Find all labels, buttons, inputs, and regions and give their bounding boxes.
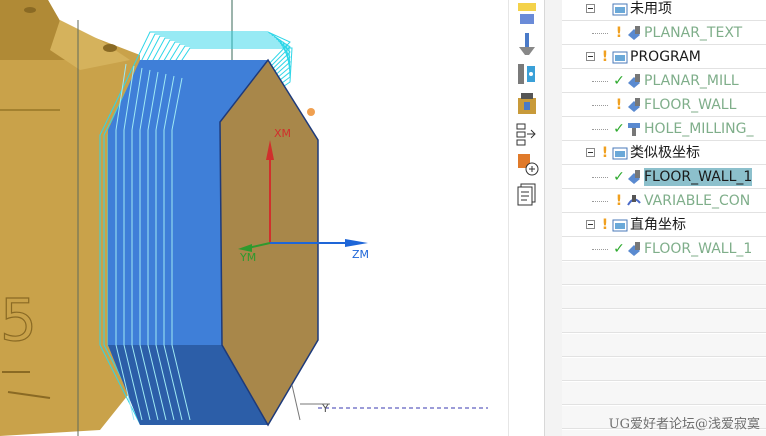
tree-node[interactable]: ! 直角坐标 — [598, 216, 686, 234]
empty-row — [562, 286, 766, 309]
operation-icon — [626, 241, 642, 257]
collapse-toggle[interactable] — [586, 220, 595, 229]
tree-row[interactable]: ✓ PLANAR_MILL — [562, 70, 766, 93]
collapse-toggle[interactable] — [586, 148, 595, 157]
tree-node-label: PLANAR_TEXT — [644, 25, 743, 41]
tree-node[interactable]: ✓ HOLE_MILLING_ — [612, 120, 753, 138]
machine-tool-icon[interactable] — [515, 62, 539, 86]
tree-node[interactable]: ! VARIABLE_CON — [612, 192, 750, 210]
empty-row — [562, 262, 766, 285]
tree-node-label: FLOOR_WALL — [644, 97, 737, 113]
empty-row — [562, 310, 766, 333]
warning-icon: ! — [601, 217, 609, 233]
variable-contour-icon — [626, 193, 642, 209]
folder-icon — [612, 1, 628, 17]
folder-icon — [612, 217, 628, 233]
warning-icon: ! — [601, 49, 609, 65]
tree-node[interactable]: ! PLANAR_TEXT — [612, 24, 742, 42]
x-axis-label: XM — [274, 127, 291, 140]
tree-node[interactable]: ✓ FLOOR_WALL_1 — [612, 168, 753, 186]
folder-icon — [612, 145, 628, 161]
watermark: UG爱好者论坛@浅爱寂寞 — [608, 417, 760, 432]
operation-icon — [626, 169, 642, 185]
tree-row[interactable]: ! 直角坐标 — [562, 214, 766, 237]
wcs-triad: Y — [291, 384, 488, 421]
ok-check-icon: ✓ — [613, 73, 625, 89]
warning-icon: ! — [601, 145, 609, 161]
tree-row[interactable]: ! FLOOR_WALL — [562, 94, 766, 117]
ok-check-icon: ✓ — [613, 241, 625, 257]
tree-row[interactable]: ✓ FLOOR_WALL_1 — [562, 166, 766, 189]
tree-node-label: 未用项 — [630, 1, 672, 17]
resource-bar — [508, 0, 545, 436]
orientation-handle[interactable] — [307, 108, 315, 116]
tree-row[interactable]: ✓ FLOOR_WALL_1 — [562, 238, 766, 261]
tree-node[interactable]: ! FLOOR_WALL — [612, 96, 737, 114]
tree-node[interactable]: 未用项 — [598, 0, 672, 18]
warning-icon: ! — [615, 97, 623, 113]
operation-icon — [626, 97, 642, 113]
graphics-viewport[interactable]: 5 XM ZM YM Y — [0, 0, 508, 436]
collapse-toggle[interactable] — [586, 4, 595, 13]
tree-connector — [592, 33, 608, 34]
warning-icon: ! — [615, 25, 623, 41]
tree-node-label: PROGRAM — [630, 49, 701, 65]
sequence-icon[interactable] — [515, 122, 539, 146]
model-view[interactable]: 5 XM ZM YM Y — [0, 0, 508, 436]
ok-check-icon: ✓ — [613, 169, 625, 185]
warning-icon: ! — [615, 193, 623, 209]
tree-node[interactable]: ! PROGRAM — [598, 48, 701, 66]
operation-icon — [626, 73, 642, 89]
machining-center-icon[interactable] — [515, 92, 539, 116]
operation-icon — [626, 25, 642, 41]
tree-node[interactable]: ✓ PLANAR_MILL — [612, 72, 739, 90]
tree-row[interactable]: ! PROGRAM — [562, 46, 766, 69]
tree-node-label: VARIABLE_CON — [644, 193, 751, 209]
part-engraving: 5 — [0, 286, 37, 354]
tree-connector — [592, 177, 608, 178]
empty-row — [562, 334, 766, 357]
tree-node-label: 类似极坐标 — [630, 145, 700, 161]
tree-node[interactable]: ✓ FLOOR_WALL_1 — [612, 240, 752, 258]
folder-icon — [612, 49, 628, 65]
tree-connector — [592, 129, 608, 130]
hole-milling-icon — [626, 121, 642, 137]
tree-connector — [592, 81, 608, 82]
drill-add-icon[interactable] — [515, 152, 539, 176]
empty-row — [562, 358, 766, 381]
tree-node-label: HOLE_MILLING_ — [644, 121, 754, 137]
tree-row[interactable]: ! VARIABLE_CON — [562, 190, 766, 213]
tree-connector — [592, 201, 608, 202]
operation-navigator-tree[interactable]: 未用项! PLANAR_TEXT! PROGRAM ✓ PLANAR_MILL! FLOO… — [562, 0, 766, 436]
empty-row — [562, 382, 766, 405]
collapse-toggle[interactable] — [586, 52, 595, 61]
tree-row[interactable]: ! PLANAR_TEXT — [562, 22, 766, 45]
tree-connector — [592, 249, 608, 250]
tree-row[interactable]: ✓ HOLE_MILLING_ — [562, 118, 766, 141]
tree-node[interactable]: ! 类似极坐标 — [598, 144, 700, 162]
operation-navigator-icon[interactable] — [515, 2, 539, 26]
ok-check-icon: ✓ — [613, 121, 625, 137]
y-axis-label: YM — [239, 251, 256, 264]
tree-row[interactable]: ! 类似极坐标 — [562, 142, 766, 165]
wcs-y-label: Y — [321, 402, 329, 415]
tree-row[interactable]: 未用项 — [562, 0, 766, 21]
tree-connector — [592, 105, 608, 106]
tree-node-label: FLOOR_WALL_1 — [644, 168, 753, 186]
navigator-gutter — [544, 0, 564, 436]
report-icon[interactable] — [515, 182, 539, 206]
tree-node-label: PLANAR_MILL — [644, 73, 739, 89]
tree-node-label: 直角坐标 — [630, 217, 686, 233]
tool-icon[interactable] — [515, 32, 539, 56]
tree-node-label: FLOOR_WALL_1 — [644, 241, 753, 257]
z-axis-label: ZM — [352, 248, 369, 261]
